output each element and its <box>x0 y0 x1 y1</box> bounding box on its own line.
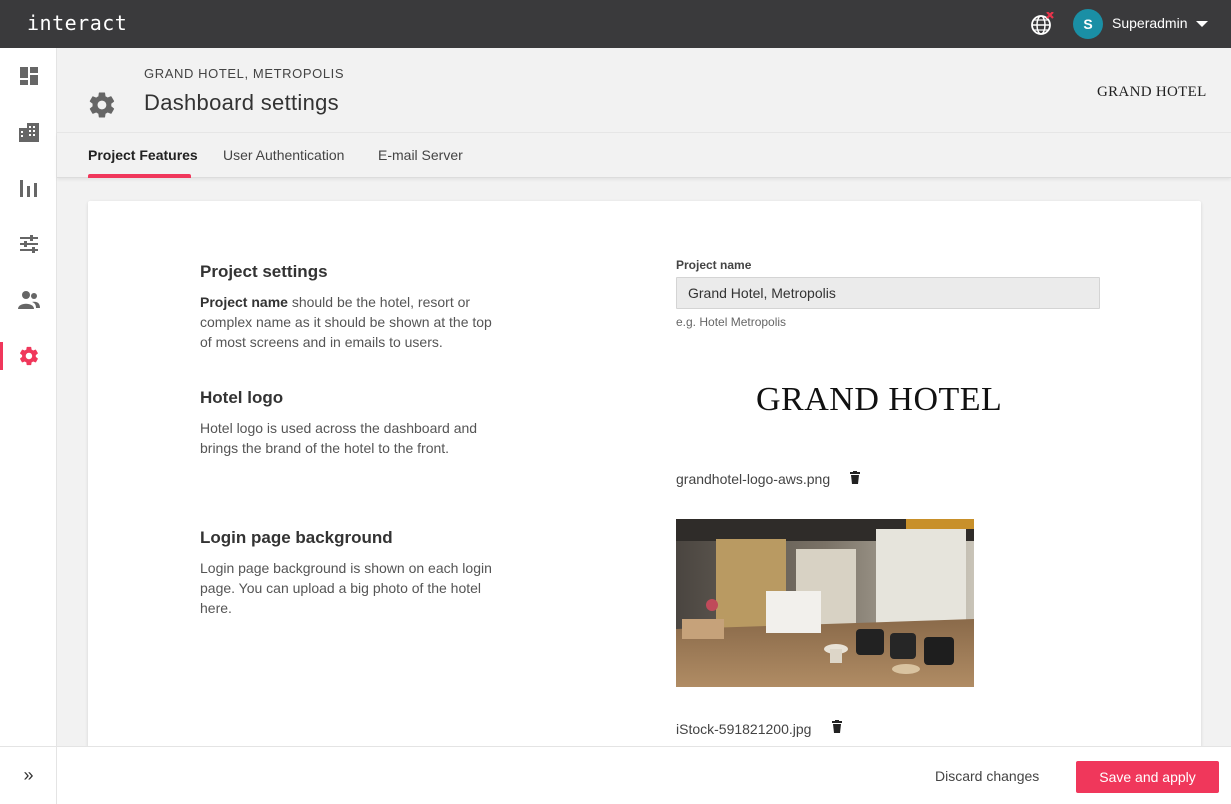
sidebar-expand-button[interactable]: » <box>0 746 57 804</box>
page-header: GRAND HOTEL, METROPOLIS Dashboard settin… <box>57 48 1231 132</box>
sidebar-item-controls[interactable] <box>0 224 57 264</box>
bar-chart-icon <box>19 180 37 197</box>
tab-project-features[interactable]: Project Features <box>88 147 198 163</box>
section-desc-logo: Hotel logo is used across the dashboard … <box>200 420 478 456</box>
desc-bold: Project name <box>200 294 288 310</box>
sidebar-item-settings[interactable] <box>0 336 57 376</box>
save-and-apply-button[interactable]: Save and apply <box>1076 761 1219 793</box>
building-icon <box>18 123 39 142</box>
section-desc-background: Login page background is shown on each l… <box>200 560 492 616</box>
username-label[interactable]: Superadmin <box>1112 15 1188 31</box>
section-title-logo: Hotel logo <box>200 388 284 407</box>
gear-icon <box>19 346 38 366</box>
section-desc-project: Project name should be the hotel, resort… <box>200 292 500 352</box>
trash-icon[interactable] <box>848 471 862 485</box>
hotel-logo-small: GRAND HOTEL <box>1097 84 1207 100</box>
project-name-input[interactable] <box>676 277 1100 309</box>
section-title-background: Login page background <box>200 528 393 547</box>
gear-icon <box>89 92 115 118</box>
project-name-hint: e.g. Hotel Metropolis <box>676 315 787 329</box>
breadcrumb: GRAND HOTEL, METROPOLIS <box>144 66 345 81</box>
sidebar: » <box>0 48 57 804</box>
action-footer: Discard changes Save and apply <box>57 746 1231 804</box>
sidebar-item-buildings[interactable] <box>0 112 57 152</box>
sidebar-item-users[interactable] <box>0 280 57 320</box>
logo-filename: grandhotel-logo-aws.png <box>676 471 831 487</box>
globe-icon[interactable] <box>1030 12 1054 36</box>
dashboard-icon <box>19 67 38 85</box>
page-title: Dashboard settings <box>144 90 339 115</box>
section-title-project: Project settings <box>200 262 328 281</box>
people-icon <box>17 291 40 309</box>
chevron-down-icon[interactable] <box>1196 21 1208 27</box>
trash-icon[interactable] <box>830 720 844 734</box>
avatar[interactable]: S <box>1073 9 1103 39</box>
double-chevron-right-icon: » <box>23 765 34 785</box>
hotel-logo-preview: GRAND HOTEL <box>756 381 1003 418</box>
sidebar-item-dashboard[interactable] <box>0 56 57 96</box>
tab-user-authentication[interactable]: User Authentication <box>223 147 344 163</box>
sliders-icon <box>19 235 38 253</box>
tab-email-server[interactable]: E-mail Server <box>378 147 463 163</box>
login-background-image <box>676 519 974 687</box>
app-brand[interactable]: interact <box>27 11 127 35</box>
sidebar-item-analytics[interactable] <box>0 168 57 208</box>
top-bar: interact S Superadmin <box>0 0 1231 48</box>
background-filename: iStock-591821200.jpg <box>676 721 812 737</box>
active-tab-indicator <box>88 174 191 178</box>
tab-bar: Project Features User Authentication E-m… <box>57 132 1231 178</box>
discard-changes-button[interactable]: Discard changes <box>935 768 1039 784</box>
project-name-label: Project name <box>676 258 752 272</box>
settings-card: Project settings Project name should be … <box>88 201 1201 761</box>
